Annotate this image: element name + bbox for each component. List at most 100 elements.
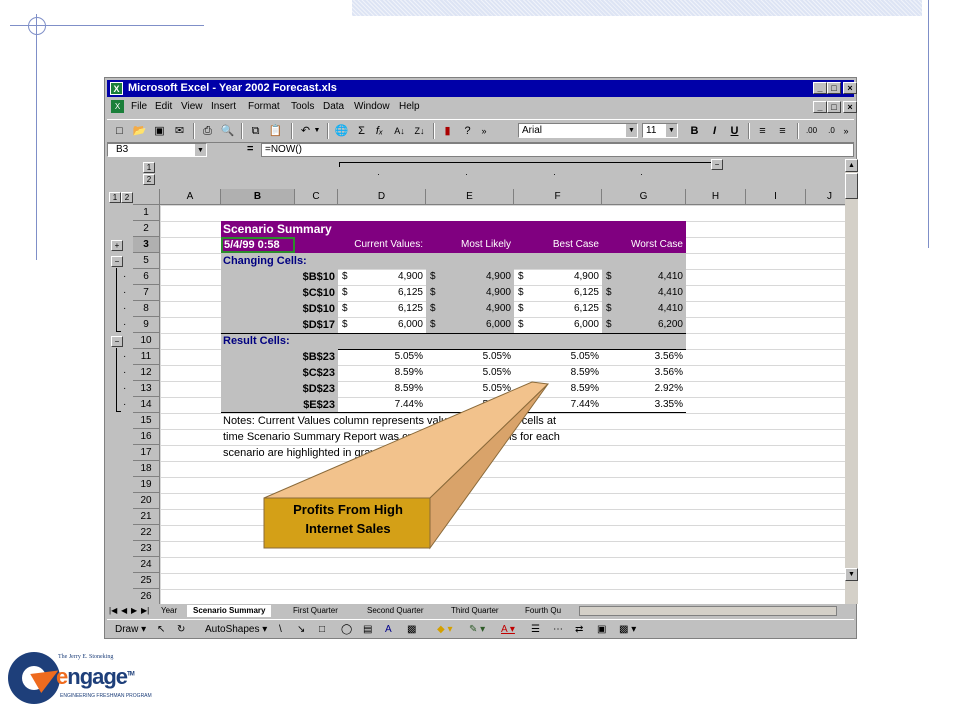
print-preview-icon[interactable]: 🔍	[219, 123, 236, 139]
dash-style-icon[interactable]: ⋯	[553, 623, 563, 637]
row-header-selected[interactable]: 3	[133, 237, 160, 253]
tab-year[interactable]: Year	[155, 605, 183, 617]
formula-input[interactable]: =NOW()	[261, 143, 854, 157]
select-objects-icon[interactable]: ↖	[157, 623, 165, 637]
free-rotate-icon[interactable]: ↻	[177, 623, 185, 637]
scroll-down-icon[interactable]: ▼	[845, 568, 858, 581]
italic-button[interactable]: I	[706, 123, 723, 139]
clip-art-icon[interactable]: ▩	[407, 623, 416, 637]
font-name-select[interactable]: Arial ▼	[518, 123, 638, 138]
row-header[interactable]: 15	[133, 413, 160, 429]
column-collapse-button[interactable]: −	[711, 159, 723, 170]
autosum-icon[interactable]: Σ	[353, 123, 370, 139]
row-header[interactable]: 10	[133, 333, 160, 349]
center-icon[interactable]: ≡	[774, 123, 791, 139]
row-header[interactable]: 23	[133, 541, 160, 557]
email-icon[interactable]: ✉	[171, 123, 188, 139]
select-all-corner[interactable]	[133, 189, 160, 205]
row-header[interactable]: 18	[133, 461, 160, 477]
chevron-down-icon[interactable]: ▼	[626, 124, 637, 137]
column-header-h[interactable]: H	[686, 189, 746, 205]
font-color-icon[interactable]: A ▾	[501, 623, 515, 637]
outline-level-1-top[interactable]: 1	[143, 162, 155, 173]
draw-menu-button[interactable]: Draw ▾	[115, 623, 146, 637]
sort-descending-icon[interactable]: Z↓	[411, 123, 428, 139]
row-header[interactable]: 19	[133, 477, 160, 493]
menu-edit[interactable]: Edit	[155, 101, 172, 112]
excel-app-icon[interactable]: X	[110, 82, 123, 95]
menu-file[interactable]: File	[131, 101, 147, 112]
line-color-icon[interactable]: ✎ ▾	[469, 623, 485, 637]
row-header[interactable]: 20	[133, 493, 160, 509]
outline-level-2-top[interactable]: 2	[143, 174, 155, 185]
line-style-icon[interactable]: ☰	[531, 623, 540, 637]
tab-scenario-summary[interactable]: Scenario Summary	[187, 605, 272, 617]
row-header[interactable]: 7	[133, 285, 160, 301]
paste-icon[interactable]: 📋	[267, 123, 284, 139]
row-header[interactable]: 25	[133, 573, 160, 589]
doc-minimize-button[interactable]: _	[813, 101, 827, 113]
menu-tools[interactable]: Tools	[291, 101, 314, 112]
wordart-icon[interactable]: A	[385, 623, 392, 637]
row-header[interactable]: 8	[133, 301, 160, 317]
arrow-icon[interactable]: ↘	[297, 623, 305, 637]
menu-window[interactable]: Window	[354, 101, 390, 112]
equals-sign[interactable]: =	[247, 143, 253, 155]
open-folder-icon[interactable]: 📂	[131, 123, 148, 139]
chevron-down-icon[interactable]: ▼	[195, 144, 206, 156]
column-header-b[interactable]: B	[221, 189, 295, 205]
menu-insert[interactable]: Insert	[211, 101, 236, 112]
text-box-icon[interactable]: ▤	[363, 623, 372, 637]
row-header[interactable]: 16	[133, 429, 160, 445]
tab-second-quarter[interactable]: Second Quarter	[361, 605, 429, 617]
underline-button[interactable]: U	[726, 123, 743, 139]
menu-data[interactable]: Data	[323, 101, 344, 112]
workbook-icon[interactable]: X	[111, 100, 124, 113]
name-box[interactable]: B3 ▼	[107, 143, 207, 157]
copy-icon[interactable]: ⧉	[247, 123, 264, 139]
row-header[interactable]: 22	[133, 525, 160, 541]
row-header[interactable]: 9	[133, 317, 160, 333]
menu-help[interactable]: Help	[399, 101, 420, 112]
tab-third-quarter[interactable]: Third Quarter	[445, 605, 505, 617]
oval-icon[interactable]: ◯	[341, 623, 352, 637]
help-icon[interactable]: ?	[459, 123, 476, 139]
print-icon[interactable]: ⎙	[199, 123, 216, 139]
row-header[interactable]: 13	[133, 381, 160, 397]
horizontal-scrollbar[interactable]	[579, 606, 837, 616]
tab-first-quarter[interactable]: First Quarter	[287, 605, 344, 617]
scroll-thumb[interactable]	[845, 173, 858, 199]
row-header[interactable]: 6	[133, 269, 160, 285]
outline-level-2-left[interactable]: 2	[121, 192, 133, 203]
tab-fourth-quarter[interactable]: Fourth Qu	[519, 605, 567, 617]
scroll-up-icon[interactable]: ▲	[845, 159, 858, 172]
arrow-style-icon[interactable]: ⇄	[575, 623, 583, 637]
function-icon[interactable]: fₓ	[371, 123, 388, 139]
row-header[interactable]: 17	[133, 445, 160, 461]
doc-restore-button[interactable]: □	[827, 101, 841, 113]
minimize-button[interactable]: _	[813, 82, 827, 94]
decrease-decimal-icon[interactable]: .0	[823, 123, 840, 139]
row-header[interactable]: 1	[133, 205, 160, 221]
doc-close-button[interactable]: ×	[843, 101, 857, 113]
column-header-d[interactable]: D	[338, 189, 426, 205]
line-icon[interactable]: \	[279, 623, 282, 637]
tab-prev-icon[interactable]: ◀	[119, 605, 129, 617]
outline-level-1-left[interactable]: 1	[109, 192, 121, 203]
autoshapes-menu-button[interactable]: AutoShapes ▾	[205, 623, 267, 637]
sort-ascending-icon[interactable]: A↓	[391, 123, 408, 139]
rectangle-icon[interactable]: □	[319, 623, 325, 637]
row-header[interactable]: 5	[133, 253, 160, 269]
column-header-i[interactable]: I	[746, 189, 806, 205]
maximize-button[interactable]: □	[827, 82, 841, 94]
undo-icon[interactable]: ↶	[297, 123, 314, 139]
save-icon[interactable]: ▣	[151, 123, 168, 139]
align-left-icon[interactable]: ≡	[754, 123, 771, 139]
menu-view[interactable]: View	[181, 101, 203, 112]
row-header[interactable]: 12	[133, 365, 160, 381]
tab-last-icon[interactable]: ▶|	[139, 605, 151, 617]
row-expand-button[interactable]: +	[111, 240, 123, 251]
menu-format[interactable]: Format	[248, 101, 280, 112]
column-header-f[interactable]: F	[514, 189, 602, 205]
row-header[interactable]: 21	[133, 509, 160, 525]
